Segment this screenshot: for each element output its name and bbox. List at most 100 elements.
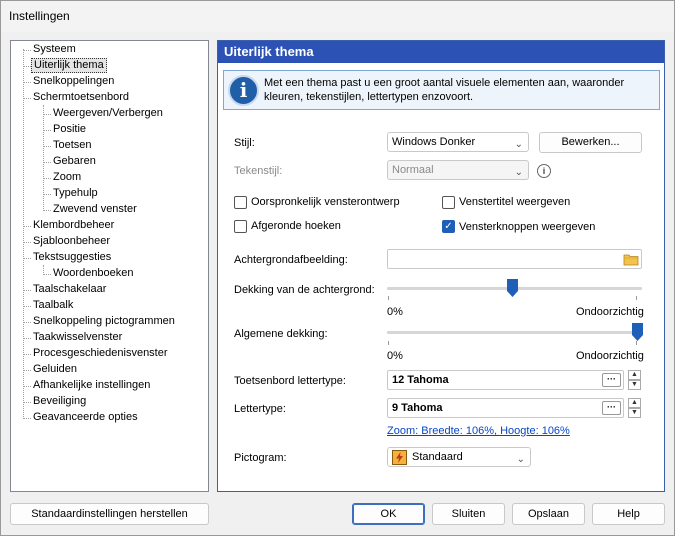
info-box: i Met een thema past u een groot aantal … [223,70,660,110]
tree-connector [23,338,31,339]
spin-up-icon[interactable]: ▲ [628,398,641,408]
tree-item[interactable]: Taalbalk [31,298,75,313]
kb-font-value: 12 Tahoma [392,374,449,386]
tree-connector [23,386,31,387]
tree-item[interactable]: Sjabloonbeheer [31,234,112,249]
tree-connector [23,258,31,259]
panel-title: Uiterlijk thema [218,41,664,63]
font-label: Lettertype: [234,403,286,415]
tree-connector [43,114,51,115]
tree-connector [23,322,31,323]
original-design-label: Oorspronkelijk vensterontwerp [251,196,400,208]
info-circle-icon[interactable]: i [537,164,551,178]
slider-thumb[interactable] [632,323,643,341]
tree-connector [43,178,51,179]
tree-item[interactable]: Woordenboeken [51,266,136,281]
tree-connector [23,242,31,243]
tree-connector [43,146,51,147]
tree-connector [23,66,31,67]
show-buttons-label: Vensterknoppen weergeven [459,221,596,233]
spin-down-icon[interactable]: ▼ [628,408,641,418]
bg-opacity-min: 0% [387,306,403,318]
font-input[interactable]: 9 Tahoma ··· [387,398,624,418]
tree-connector [23,226,31,227]
general-opacity-min: 0% [387,350,403,362]
tree-connector [43,130,51,131]
slider-tick [636,341,637,345]
tree-item[interactable]: Geluiden [31,362,79,377]
tree-item[interactable]: Geavanceerde opties [31,410,140,425]
kb-font-label: Toetsenbord lettertype: [234,375,346,387]
more-button[interactable]: ··· [602,401,621,415]
bg-image-label: Achtergrondafbeelding: [234,254,348,266]
settings-tree[interactable]: Systeem Uiterlijk thema Snelkoppelingen Sch… [10,40,209,492]
bg-opacity-max: Ondoorzichtig [576,306,644,318]
tree-connector [23,82,31,83]
help-button[interactable]: Help [592,503,665,525]
tree-connector [43,265,44,273]
rounded-corners-label: Afgeronde hoeken [251,220,341,232]
charstyle-select[interactable]: Normaal ⌄ [387,160,529,180]
general-opacity-label: Algemene dekking: [234,328,328,340]
folder-icon[interactable] [623,252,639,266]
tree-connector [43,210,51,211]
tree-connector [23,306,31,307]
tree-item[interactable]: Taalschakelaar [31,282,108,297]
general-opacity-max: Ondoorzichtig [576,350,644,362]
close-button[interactable]: Sluiten [432,503,505,525]
tree-item[interactable]: Toetsen [51,138,94,153]
tree-connector [43,194,51,195]
show-title-label: Venstertitel weergeven [459,196,571,208]
charstyle-label: Tekenstijl: [234,165,283,177]
save-button[interactable]: Opslaan [512,503,585,525]
slider-tick [636,296,637,300]
tree-item[interactable]: Systeem [31,42,78,57]
tree-item[interactable]: Typehulp [51,186,100,201]
spin-down-icon[interactable]: ▼ [628,380,641,390]
charstyle-select-value: Normaal [392,164,434,176]
tree-item[interactable]: Positie [51,122,88,137]
tree-item[interactable]: Schermtoetsenbord [31,90,131,105]
tree-item[interactable]: Zoom [51,170,83,185]
tree-item[interactable]: Procesgeschiedenisvenster [31,346,170,361]
tree-connector [23,98,31,99]
font-value: 9 Tahoma [392,402,443,414]
tree-item[interactable]: Zwevend venster [51,202,139,217]
edit-button[interactable]: Bewerken... [539,132,642,153]
show-buttons-checkbox[interactable]: ✓ [442,220,455,233]
slider-thumb[interactable] [507,279,518,297]
zoom-link[interactable]: Zoom: Breedte: 106%, Hoogte: 106% [387,425,570,437]
style-select-value: Windows Donker [392,136,476,148]
icon-select[interactable]: Standaard ⌄ [387,447,531,467]
style-select[interactable]: Windows Donker ⌄ [387,132,529,152]
checkmark-icon: ✓ [444,221,453,232]
tree-connector [23,418,31,419]
kb-font-input[interactable]: 12 Tahoma ··· [387,370,624,390]
tree-item[interactable]: Taakwisselvenster [31,330,124,345]
info-text: Met een thema past u een groot aantal vi… [264,77,625,103]
tree-item[interactable]: Tekstsuggesties [31,250,113,265]
rounded-corners-checkbox[interactable] [234,220,247,233]
tree-item[interactable]: Snelkoppeling pictogrammen [31,314,177,329]
ok-button[interactable]: OK [352,503,425,525]
icon-label: Pictogram: [234,452,287,464]
tree-item[interactable]: Snelkoppelingen [31,74,116,89]
tree-item[interactable]: Beveiliging [31,394,88,409]
reset-defaults-button[interactable]: Standaardinstellingen herstellen [10,503,209,525]
bg-image-input[interactable] [387,249,642,269]
kb-font-spinner[interactable]: ▲ ▼ [628,370,641,390]
more-button[interactable]: ··· [602,373,621,387]
spin-up-icon[interactable]: ▲ [628,370,641,380]
original-design-checkbox[interactable] [234,196,247,209]
font-spinner[interactable]: ▲ ▼ [628,398,641,418]
show-title-checkbox[interactable] [442,196,455,209]
theme-panel: Uiterlijk thema i Met een thema past u e… [217,40,665,492]
style-label: Stijl: [234,137,255,149]
tree-connector [43,162,51,163]
tree-item[interactable]: Klembordbeheer [31,218,116,233]
tree-connector [43,274,51,275]
tree-item[interactable]: Gebaren [51,154,98,169]
tree-item[interactable]: Afhankelijke instellingen [31,378,152,393]
tree-item[interactable]: Uiterlijk thema [31,58,107,73]
tree-item[interactable]: Weergeven/Verbergen [51,106,165,121]
